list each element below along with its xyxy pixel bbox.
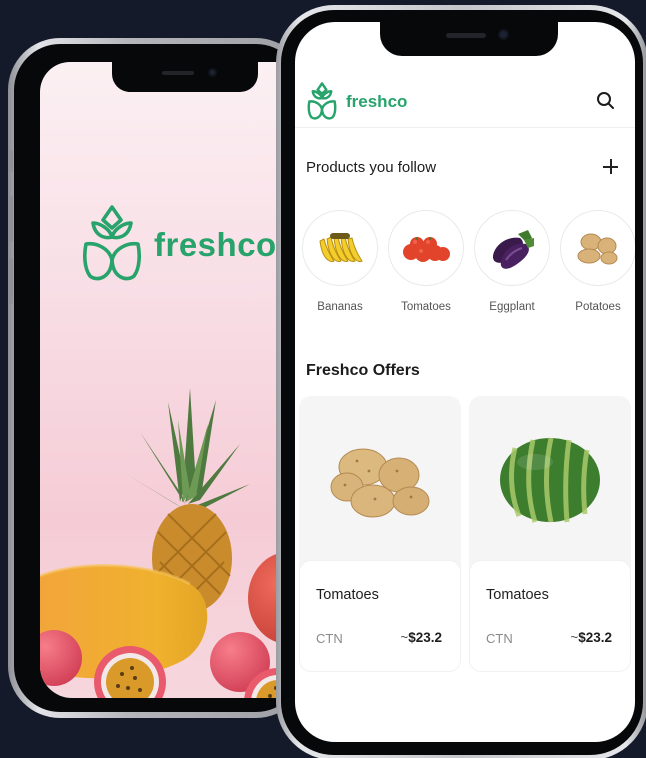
follow-item-label: Bananas — [317, 301, 363, 313]
watermelon-image — [500, 437, 600, 523]
splash-phone-bezel: freshco — [14, 44, 302, 712]
search-icon — [597, 92, 614, 109]
follow-item-eggplant[interactable]: Eggplant — [469, 210, 555, 330]
follow-item-image — [474, 210, 550, 286]
phone-notch — [112, 62, 258, 92]
banana-image — [319, 233, 363, 262]
follow-item-image — [302, 210, 378, 286]
front-camera — [208, 68, 217, 77]
app-header: freshco — [295, 74, 635, 128]
fruit-photo — [40, 388, 302, 698]
follow-item-image — [388, 210, 464, 286]
phone-side-button — [9, 258, 13, 304]
offer-unit: CTN — [316, 631, 343, 646]
search-button[interactable] — [595, 90, 617, 112]
freshco-leaf-logo-icon — [307, 82, 337, 120]
offer-product-name: Tomatoes — [486, 587, 549, 603]
speaker-grille — [162, 71, 194, 75]
tomato-image — [403, 237, 450, 262]
phone-side-button — [9, 196, 13, 242]
offer-card[interactable]: Tomatoes CTN ~$23.2 — [299, 396, 461, 672]
follow-item-potatoes[interactable]: Potatoes — [555, 210, 635, 330]
follow-item-bananas[interactable]: Bananas — [297, 210, 383, 330]
app-screen: freshco Products you follow Bananas Toma… — [295, 22, 635, 742]
offer-card[interactable]: Tomatoes CTN ~$23.2 — [469, 396, 631, 672]
splash-phone: freshco — [8, 38, 308, 718]
follow-section-title: Products you follow — [306, 159, 437, 176]
phone-side-button — [9, 150, 13, 172]
offer-price: ~$23.2 — [570, 630, 612, 645]
splash-brand-name: freshco — [154, 226, 277, 263]
splash-logo: freshco — [80, 204, 277, 286]
follow-item-label: Tomatoes — [401, 301, 451, 313]
follow-item-tomatoes[interactable]: Tomatoes — [383, 210, 469, 330]
offer-info: Tomatoes CTN ~$23.2 — [299, 560, 461, 672]
speaker-grille — [446, 33, 486, 38]
freshco-leaf-logo-icon — [83, 205, 141, 281]
eggplant-image — [492, 230, 534, 269]
follow-item-image — [560, 210, 635, 286]
front-camera — [498, 29, 509, 40]
follow-list: Bananas Tomatoes Eggplant Potatoes — [297, 210, 635, 330]
splash-screen: freshco — [40, 62, 302, 698]
showcase-stage: freshco freshco Products you follow Bana… — [0, 0, 646, 758]
offers-section-title: Freshco Offers — [306, 362, 420, 379]
offer-unit: CTN — [486, 631, 513, 646]
app-phone-bezel: freshco Products you follow Bananas Toma… — [281, 10, 643, 755]
offer-product-name: Tomatoes — [316, 587, 379, 603]
follow-item-label: Potatoes — [575, 301, 621, 313]
offer-info: Tomatoes CTN ~$23.2 — [469, 560, 631, 672]
app-phone: freshco Products you follow Bananas Toma… — [276, 5, 646, 758]
app-brand-name: freshco — [346, 92, 408, 111]
offer-image — [299, 396, 461, 564]
phone-notch — [380, 22, 558, 56]
offer-image — [469, 396, 631, 564]
potatoes-image — [330, 448, 430, 518]
potato-image — [577, 233, 618, 265]
add-follow-button[interactable] — [601, 157, 621, 177]
follow-item-label: Eggplant — [489, 301, 535, 313]
price-value: $23.2 — [578, 630, 612, 645]
price-value: $23.2 — [408, 630, 442, 645]
offer-price: ~$23.2 — [400, 630, 442, 645]
app-logo[interactable]: freshco — [306, 82, 407, 122]
